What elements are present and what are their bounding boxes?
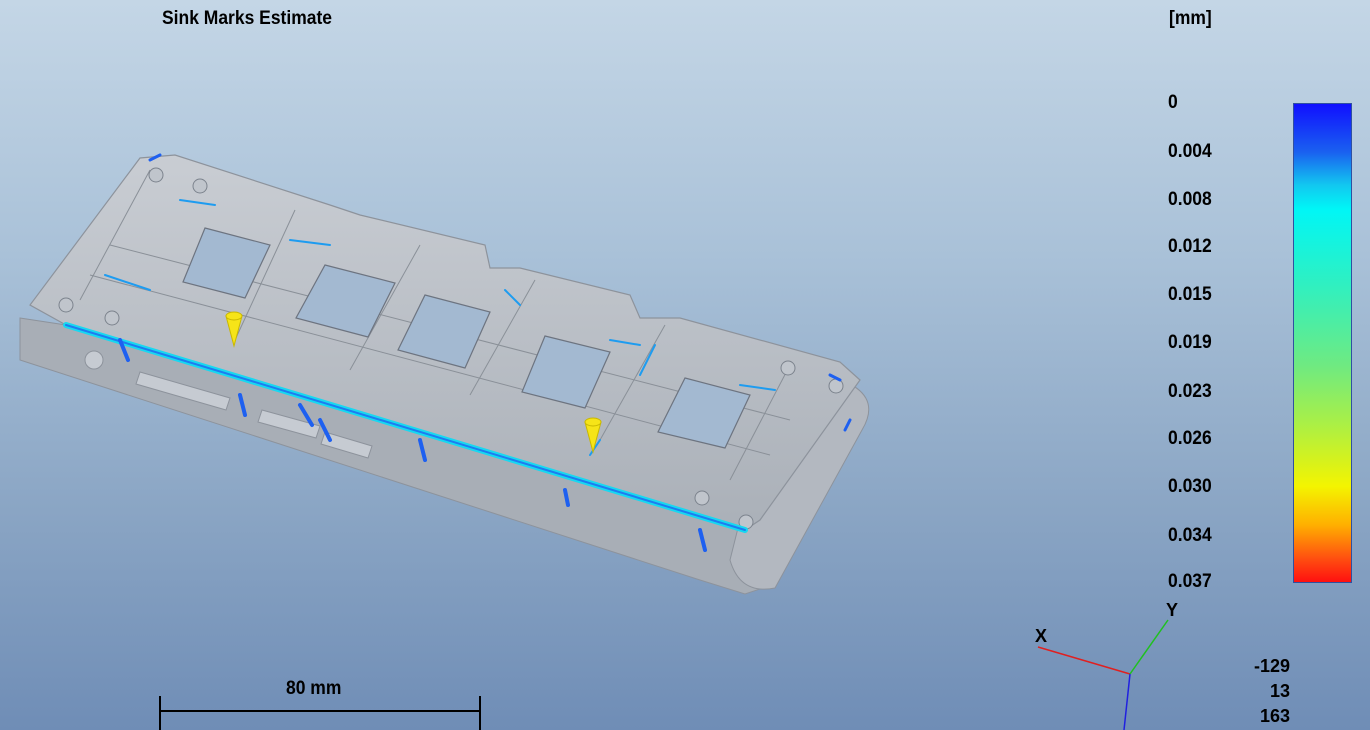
- x-axis-label: X: [1035, 626, 1048, 646]
- legend-label-4: 0.015: [1168, 284, 1212, 305]
- x-axis-line: [1037, 646, 1131, 675]
- legend-colorbar: [1293, 103, 1352, 583]
- legend-unit: [mm]: [1169, 8, 1212, 29]
- scale-bar: [159, 696, 481, 730]
- legend-label-1: 0.004: [1168, 141, 1212, 162]
- legend-label-2: 0.008: [1168, 189, 1212, 210]
- coordinate-y: 13: [1269, 681, 1290, 701]
- legend-label-0: 0: [1168, 92, 1178, 113]
- coordinate-x: -129: [1253, 656, 1290, 676]
- legend-label-8: 0.030: [1168, 476, 1212, 497]
- legend-label-6: 0.023: [1168, 381, 1212, 402]
- part-model[interactable]: [0, 0, 1000, 620]
- z-axis-line: [1123, 673, 1131, 730]
- legend-label-9: 0.034: [1168, 525, 1212, 546]
- axis-triad: [1037, 619, 1169, 730]
- coordinate-z: 163: [1259, 706, 1290, 726]
- legend-label-5: 0.019: [1168, 332, 1212, 353]
- legend-label-7: 0.026: [1168, 428, 1212, 449]
- legend-label-3: 0.012: [1168, 236, 1212, 257]
- y-axis-line: [1129, 619, 1169, 675]
- y-axis-label: Y: [1166, 600, 1179, 620]
